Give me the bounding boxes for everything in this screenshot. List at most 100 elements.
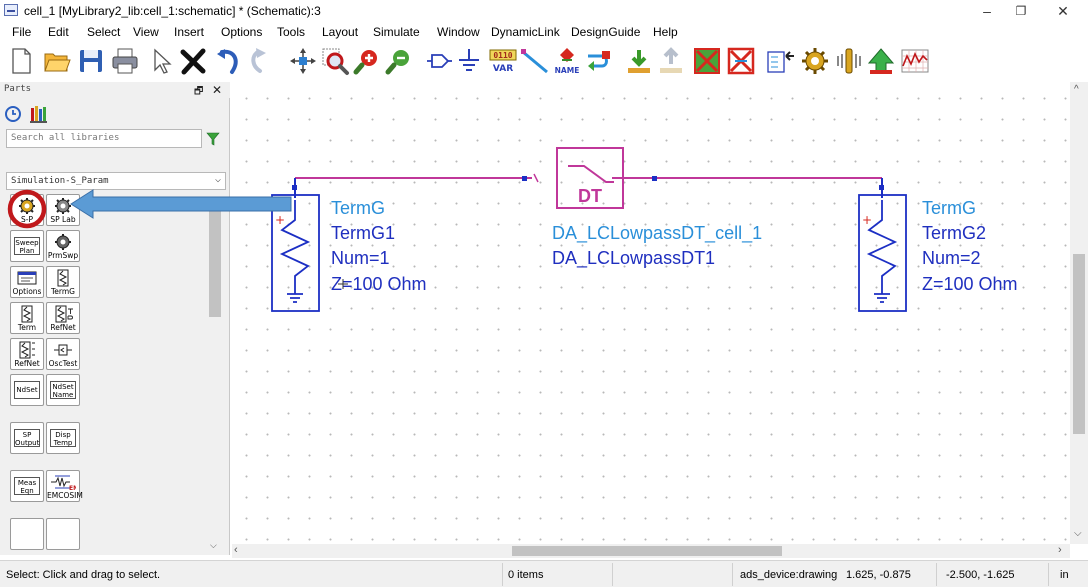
data-display-icon[interactable]: [900, 46, 930, 76]
term2-name-label: TermG2: [922, 223, 986, 243]
palette-ndset[interactable]: NdSet: [10, 374, 44, 406]
palette-meas-eqn[interactable]: Meas Eqn: [10, 470, 44, 502]
menu-view[interactable]: View: [133, 25, 159, 39]
palette-sweep-plan[interactable]: Sweep Plan: [10, 230, 44, 262]
palette-sp-output[interactable]: SP Output: [10, 422, 44, 454]
select-pointer-icon[interactable]: [146, 46, 176, 76]
insert-port-icon[interactable]: [424, 46, 454, 76]
status-item-count: 0 items: [508, 569, 544, 581]
simulate-gear-icon[interactable]: [800, 46, 830, 76]
move-icon[interactable]: [288, 46, 318, 76]
termg1-component[interactable]: +: [271, 194, 320, 312]
chevron-left-icon[interactable]: ‹: [234, 544, 238, 556]
insert-wire-icon[interactable]: [520, 46, 550, 76]
close-panel-button[interactable]: ✕: [212, 83, 222, 97]
minimize-button[interactable]: –: [970, 2, 1004, 20]
status-separator: [612, 563, 613, 586]
palette-label: RefNet: [50, 323, 76, 332]
palette-label: EMCOSIM: [47, 491, 83, 500]
param-sweep-gear-icon: [47, 233, 79, 251]
menu-dynamiclink[interactable]: DynamicLink: [491, 25, 560, 39]
pin-node: [522, 176, 527, 181]
menu-options[interactable]: Options: [221, 25, 262, 39]
dt-block-label: DT: [578, 186, 602, 206]
palette-termg[interactable]: TermG: [46, 266, 80, 298]
menu-select[interactable]: Select: [87, 25, 120, 39]
delete-icon[interactable]: [178, 46, 208, 76]
save-icon[interactable]: [76, 46, 106, 76]
toolbar: 0110 VAR NAME: [0, 42, 1088, 82]
chevron-up-icon[interactable]: ^: [1074, 84, 1079, 95]
canvas-horizontal-scrollbar[interactable]: ‹ ›: [232, 544, 1070, 558]
search-libraries-input[interactable]: Search all libraries: [6, 129, 202, 148]
chevron-down-icon[interactable]: ⌵: [210, 540, 217, 551]
menu-designguide[interactable]: DesignGuide: [571, 25, 640, 39]
polarity-plus-icon: +: [862, 213, 872, 227]
polarity-plus-icon: +: [275, 213, 285, 227]
palette-label: PrmSwp: [47, 251, 79, 260]
palette-partial-item[interactable]: [10, 518, 44, 550]
short-component-icon[interactable]: [726, 46, 756, 76]
menu-simulate[interactable]: Simulate: [373, 25, 420, 39]
insert-var-icon[interactable]: 0110 VAR: [488, 46, 518, 76]
zoom-in-icon[interactable]: [352, 46, 382, 76]
undo-icon[interactable]: [214, 46, 244, 76]
palette-options[interactable]: Options: [10, 266, 44, 298]
history-clock-icon[interactable]: [5, 106, 21, 122]
deactivate-icon[interactable]: [692, 46, 722, 76]
parts-panel-title: Parts: [4, 84, 32, 94]
palette-osctest[interactable]: OscTest: [46, 338, 80, 370]
osctest-icon: [47, 341, 79, 359]
insert-ground-icon[interactable]: [454, 46, 484, 76]
menu-window[interactable]: Window: [437, 25, 480, 39]
menu-file[interactable]: File: [12, 25, 31, 39]
termg-resistor-icon: [47, 269, 79, 287]
tuning-icon[interactable]: [834, 46, 864, 76]
library-books-icon[interactable]: [30, 106, 47, 123]
menu-tools[interactable]: Tools: [277, 25, 305, 39]
palette-ndset-name[interactable]: NdSet Name: [46, 374, 80, 406]
print-icon[interactable]: [110, 46, 140, 76]
schematic-canvas[interactable]: + + DT TermG TermG1 Num=1 Z=100 Ohm DA_L…: [232, 82, 1070, 544]
chevron-down-icon[interactable]: ⌵: [1074, 528, 1082, 539]
palette-refnet-dsn[interactable]: RefNet: [10, 338, 44, 370]
pop-out-hierarchy-icon[interactable]: [656, 46, 686, 76]
palette-sp-controller[interactable]: S-P: [10, 194, 44, 226]
library-select[interactable]: Simulation-S_Param ⌵: [6, 172, 226, 190]
float-panel-button[interactable]: 🗗: [194, 84, 203, 101]
palette-sp-lab[interactable]: SP Lab: [46, 194, 80, 226]
new-document-icon[interactable]: [6, 46, 36, 76]
palette-scroll-thumb[interactable]: [209, 197, 221, 317]
palette-emcosim[interactable]: EM EMCOSIM: [46, 470, 83, 502]
zoom-out-icon[interactable]: [384, 46, 414, 76]
termg2-component[interactable]: +: [858, 194, 907, 312]
symbol-generator-icon[interactable]: [766, 46, 796, 76]
push-into-hierarchy-icon[interactable]: [624, 46, 654, 76]
redo-icon[interactable]: [246, 46, 276, 76]
menu-layout[interactable]: Layout: [322, 25, 358, 39]
app-icon: [4, 4, 18, 16]
parts-panel: Parts 🗗 ✕ Search all libraries Simulatio…: [0, 82, 230, 555]
connection-icon[interactable]: [584, 46, 614, 76]
filter-icon[interactable]: [206, 131, 220, 147]
vertical-scroll-thumb[interactable]: [1073, 254, 1085, 434]
palette-refnet-tb[interactable]: RefNet: [46, 302, 80, 334]
restore-button[interactable]: ❐: [1004, 2, 1038, 20]
menu-insert[interactable]: Insert: [174, 25, 204, 39]
horizontal-scroll-thumb[interactable]: [512, 546, 782, 556]
status-coordinate-1: 1.625, -0.875: [846, 569, 911, 581]
status-separator: [936, 563, 937, 586]
palette-term[interactable]: Term: [10, 302, 44, 334]
zoom-area-icon[interactable]: [320, 46, 350, 76]
palette-disp-temp[interactable]: Disp Temp: [46, 422, 80, 454]
open-folder-icon[interactable]: [42, 46, 72, 76]
chevron-right-icon[interactable]: ›: [1058, 544, 1062, 556]
menu-help[interactable]: Help: [653, 25, 678, 39]
optimize-arrow-icon[interactable]: [866, 46, 896, 76]
insert-wire-label-icon[interactable]: NAME: [552, 46, 582, 76]
palette-partial-item[interactable]: [46, 518, 80, 550]
canvas-vertical-scrollbar[interactable]: ^ ⌵: [1070, 82, 1088, 544]
menu-edit[interactable]: Edit: [48, 25, 69, 39]
close-button[interactable]: ✕: [1046, 2, 1080, 20]
palette-prmswp[interactable]: PrmSwp: [46, 230, 80, 262]
